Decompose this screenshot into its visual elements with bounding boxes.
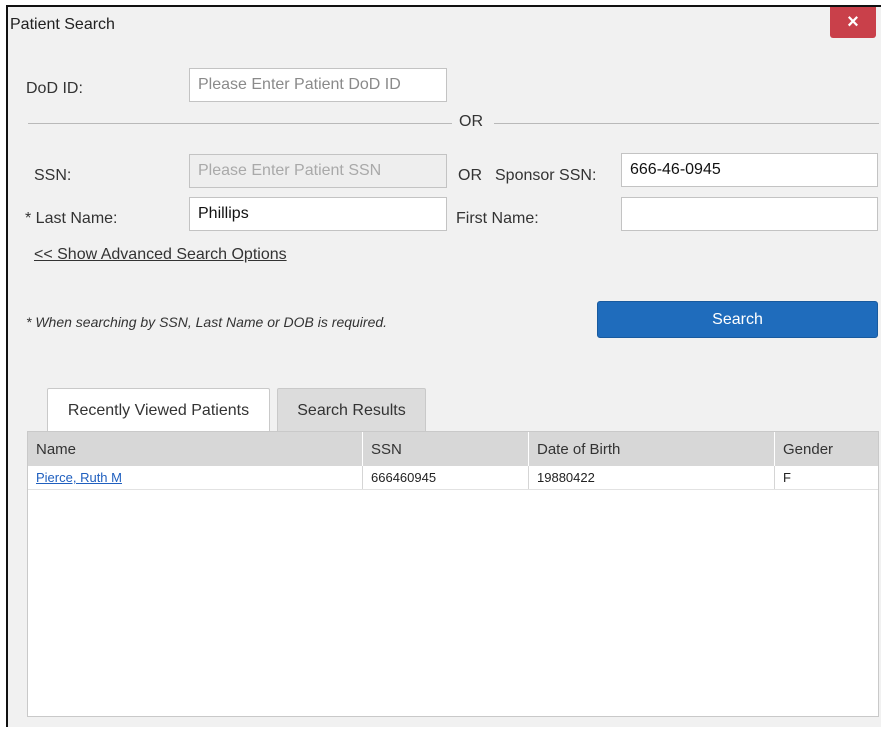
ssn-label: SSN: (34, 167, 72, 184)
column-header-gender[interactable]: Gender (774, 432, 880, 466)
patient-name-link[interactable]: Pierce, Ruth M (36, 470, 122, 485)
dod-id-input[interactable] (189, 68, 447, 102)
ssn-input[interactable] (189, 154, 447, 188)
column-header-name[interactable]: Name (28, 432, 362, 466)
sponsor-ssn-input[interactable] (621, 153, 878, 187)
tab-recently-viewed-patients[interactable]: Recently Viewed Patients (47, 388, 270, 432)
search-button[interactable]: Search (597, 301, 878, 338)
last-name-input[interactable] (189, 197, 447, 231)
search-requirement-note: * When searching by SSN, Last Name or DO… (26, 314, 388, 330)
tab-label: Search Results (297, 401, 406, 419)
or-inline-label: OR (458, 167, 482, 184)
cell-gender: F (774, 466, 880, 489)
patient-search-dialog: Patient Search × DoD ID: OR SSN: OR Spon… (6, 5, 881, 727)
table-row[interactable]: Pierce, Ruth M 666460945 19880422 F (28, 466, 878, 490)
column-header-date-of-birth[interactable]: Date of Birth (528, 432, 774, 466)
or-divider-label: OR (459, 113, 483, 130)
sponsor-ssn-label: Sponsor SSN: (495, 167, 597, 184)
first-name-input[interactable] (621, 197, 878, 231)
first-name-label: First Name: (456, 210, 539, 227)
divider-line-right (494, 123, 879, 124)
advanced-search-link[interactable]: << Show Advanced Search Options (34, 246, 287, 264)
results-grid: Name SSN Date of Birth Gender Pierce, Ru… (27, 431, 879, 717)
cell-ssn: 666460945 (362, 466, 528, 489)
divider-line-left (28, 123, 452, 124)
last-name-label: * Last Name: (25, 210, 118, 227)
dialog-title: Patient Search (10, 16, 115, 33)
cell-date-of-birth: 19880422 (528, 466, 774, 489)
tab-label: Recently Viewed Patients (67, 401, 250, 419)
tab-search-results[interactable]: Search Results (277, 388, 426, 432)
grid-header: Name SSN Date of Birth Gender (28, 432, 878, 466)
close-icon: × (847, 11, 859, 33)
close-button[interactable]: × (830, 7, 876, 38)
dod-id-label: DoD ID: (26, 80, 83, 97)
cell-name: Pierce, Ruth M (28, 466, 362, 489)
column-header-ssn[interactable]: SSN (362, 432, 528, 466)
